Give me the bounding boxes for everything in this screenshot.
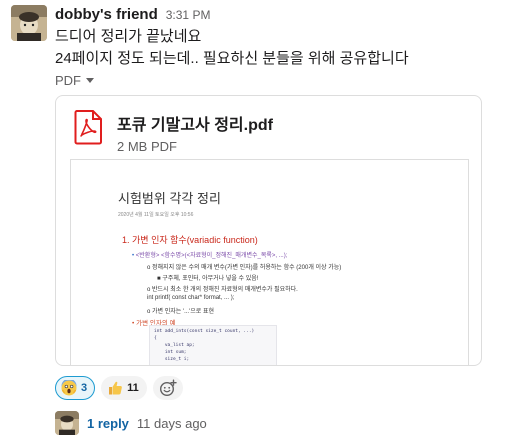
reaction-count: 11 [127, 382, 139, 394]
file-preview[interactable]: 시험범위 각각 정리 2020년 4월 11일 토요일 오후 10:56 1. … [70, 159, 469, 365]
reply-avatar [55, 411, 79, 435]
file-name[interactable]: 포큐 기말고사 정리.pdf [117, 111, 273, 135]
message-text-line-1: 드디어 정리가 끝났네요 [55, 28, 202, 45]
preview-bullet: o 가변 인자는 '...'으로 표현 [147, 309, 214, 315]
thread-summary[interactable]: 1 reply 11 days ago [55, 411, 207, 435]
code-line: va_list ap; [154, 343, 195, 348]
code-line: size_t i; [154, 357, 190, 362]
add-reaction-button[interactable] [152, 376, 183, 400]
message-timestamp[interactable]: 3:31 PM [166, 8, 211, 22]
message-text-line-2: 24페이지 정도 되는데.. 필요하신 분들을 위해 공유합니다 [55, 50, 409, 67]
code-line: int sum; [154, 350, 187, 355]
file-toggle-label: PDF [55, 73, 81, 88]
thumbs-up-icon [107, 380, 123, 396]
preview-doc-title: 시험범위 각각 정리 [118, 191, 221, 206]
code-line: int add_ints(const size_t count, ...) [154, 329, 255, 334]
add-reaction-icon [159, 379, 177, 397]
preview-bullet: o 반드시 최소 한 개의 정해진 자료형의 매개변수가 필요하다. [147, 287, 298, 293]
reply-count-link[interactable]: 1 reply [87, 416, 129, 431]
preview-section-heading: 1. 가변 인자 함수(variadic function) [122, 235, 258, 245]
caret-down-icon [86, 78, 94, 83]
preview-bullet: int printf( const char* format, ... ); [147, 295, 235, 301]
reaction-scream[interactable]: 3 [55, 376, 96, 400]
file-attachment-card[interactable]: 포큐 기말고사 정리.pdf 2 MB PDF 시험범위 각각 정리 2020년… [55, 95, 482, 366]
pdf-file-icon [70, 109, 106, 145]
file-header: 포큐 기말고사 정리.pdf 2 MB PDF [70, 109, 273, 154]
preview-bullet: o 정해지지 않은 수의 매개 변수(가변 인자)를 허용하는 함수 (200개… [147, 265, 342, 271]
reaction-bar: 3 11 [55, 376, 183, 400]
preview-bullet: • <반환형> <함수명>(<자료형이_정해진_매개변수_목록>, ...); [132, 253, 288, 259]
scream-face-icon [61, 380, 77, 396]
file-size: 2 MB PDF [117, 139, 177, 154]
reaction-thumbs-up[interactable]: 11 [101, 376, 147, 400]
user-avatar[interactable] [11, 5, 47, 41]
preview-doc-date: 2020년 4월 11일 토요일 오후 10:56 [118, 212, 194, 218]
message-header: dobby's friend 3:31 PM [55, 6, 210, 26]
last-reply-time: 11 days ago [136, 415, 207, 431]
author-name[interactable]: dobby's friend [55, 6, 158, 23]
file-collapse-toggle[interactable]: PDF [55, 73, 94, 88]
preview-code-block: int add_ints(const size_t count, ...) { v… [149, 325, 277, 365]
preview-bullet: ■ 구주체, 포인터, 아무거나 넣을 수 있음! [157, 276, 259, 282]
code-line: { [154, 336, 157, 341]
reaction-count: 3 [81, 382, 88, 394]
